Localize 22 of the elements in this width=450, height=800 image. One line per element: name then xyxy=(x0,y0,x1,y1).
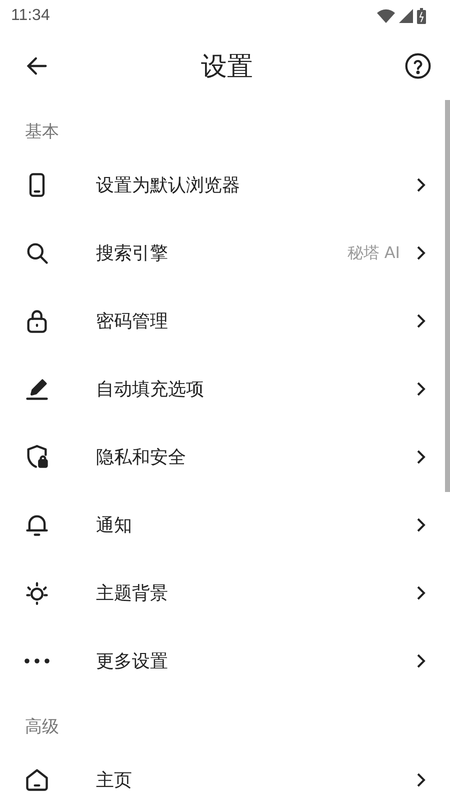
settings-row[interactable]: 主页 xyxy=(0,746,445,800)
settings-row[interactable]: 隐私和安全 xyxy=(0,423,445,491)
signal-icon xyxy=(399,9,413,23)
battery-icon xyxy=(417,8,426,24)
sun-icon xyxy=(24,580,50,606)
page-title: 设置 xyxy=(201,50,253,84)
settings-row[interactable]: 自动填充选项 xyxy=(0,355,445,423)
more-icon xyxy=(24,658,50,664)
section-label: 基本 xyxy=(24,121,60,144)
home-icon xyxy=(24,767,50,793)
pencil-icon xyxy=(24,376,50,402)
status-time: 11:34 xyxy=(11,7,50,25)
settings-row[interactable]: 搜索引擎 秘塔 AI xyxy=(0,219,445,287)
settings-row[interactable]: 密码管理 xyxy=(0,287,445,355)
settings-row[interactable]: 设置为默认浏览器 xyxy=(0,151,445,219)
wifi-icon xyxy=(377,9,395,23)
settings-row[interactable]: 通知 xyxy=(0,491,445,559)
help-icon xyxy=(404,52,432,80)
settings-row[interactable]: 主题背景 xyxy=(0,559,445,627)
settings-row[interactable]: 更多设置 xyxy=(0,627,445,695)
section-label: 高级 xyxy=(24,716,60,739)
row-value: 秘塔 AI xyxy=(347,242,400,264)
